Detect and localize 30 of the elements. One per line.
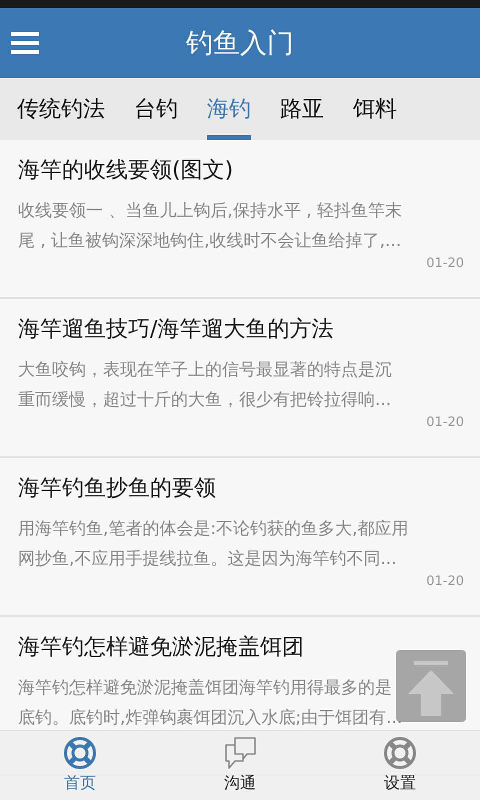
tab[interactable]: 台钓 (125, 78, 187, 140)
article-summary: 海竿钓怎样避免淤泥掩盖饵团海竿钓用得最多的是 (18, 677, 393, 700)
article-summary: 用海竿钓鱼,笔者的体会是:不论钓获的鱼多大,都应用 (18, 518, 410, 541)
article-date: 01-20 (426, 415, 464, 431)
article-summary: 大鱼咬钩，表现在竿子上的信号最显著的特点是沉 (18, 359, 393, 382)
menu-button[interactable] (11, 31, 39, 55)
lifebuoy-icon (63, 736, 97, 770)
article-summary: 底钓。底钓时,炸弹钩裹饵团沉入水底;由于饵团有... (18, 707, 404, 730)
tab[interactable]: 海钓 (198, 78, 260, 140)
article-summary: 网抄鱼,不应用手提线拉鱼。这是因为海竿钓不同... (18, 548, 398, 571)
tab[interactable]: 传统钓法 (8, 78, 114, 140)
tab[interactable]: 饵料 (344, 78, 406, 140)
lifebuoy-icon (383, 736, 417, 770)
article-date: 01-20 (426, 256, 464, 272)
article-title: 海竿遛鱼技巧/海竿遛大鱼的方法 (18, 316, 334, 344)
menu-icon (11, 31, 39, 55)
article-date: 01-20 (426, 574, 464, 590)
chat-icon (223, 736, 257, 770)
article-title: 海竿的收线要领(图文) (18, 157, 234, 185)
article-title: 海竿钓鱼抄鱼的要领 (18, 475, 217, 503)
tab-indicator (207, 135, 251, 140)
app-title: 钓鱼入门 (185, 27, 295, 61)
nav-item[interactable]: 首页 (0, 731, 160, 800)
tab[interactable]: 路亚 (271, 78, 333, 140)
article-summary: 重而缓慢，超过十斤的大鱼，很少有把铃拉得响... (18, 389, 392, 412)
article-summary: 收线要领一 、当鱼儿上钩后,保持水平 , 轻抖鱼竿末 (18, 200, 404, 223)
article-summary: 尾 , 让鱼被钩深深地钩住,收线时不会让鱼给掉了,... (18, 230, 402, 253)
article-title: 海竿钓怎样避免淤泥掩盖饵团 (18, 634, 305, 662)
nav-item[interactable]: 设置 (320, 731, 480, 800)
nav-item[interactable]: 沟通 (160, 731, 320, 800)
